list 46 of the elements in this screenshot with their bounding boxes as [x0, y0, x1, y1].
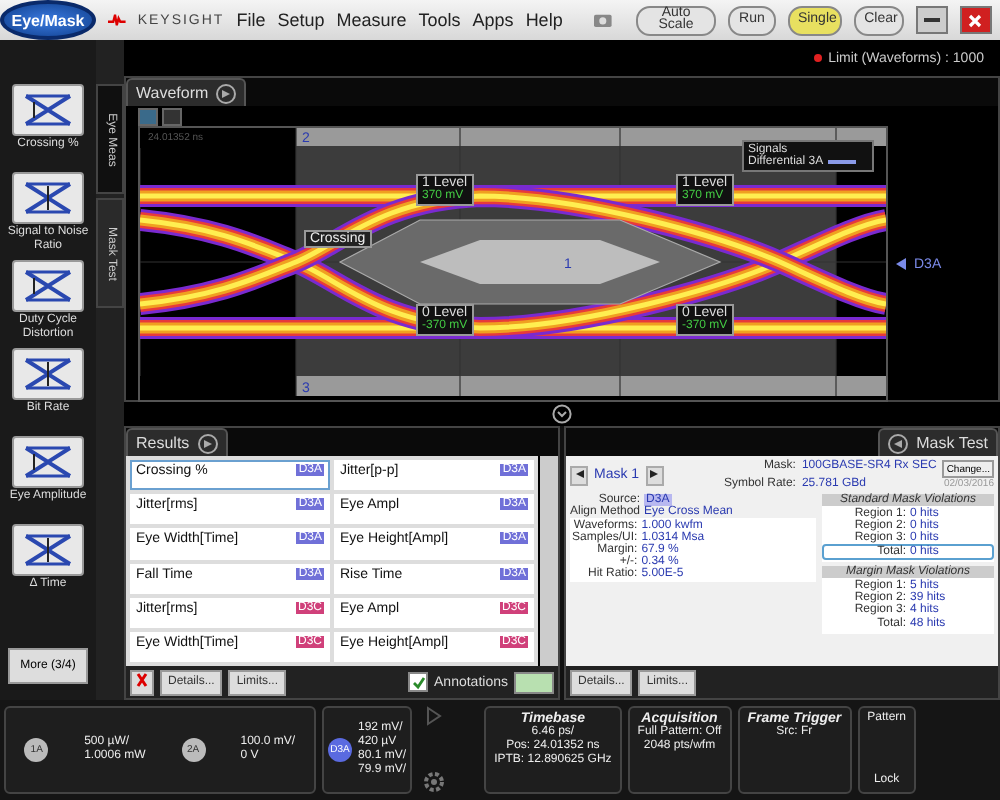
settings-icon[interactable]: [422, 770, 447, 794]
menu-item[interactable]: Help: [525, 10, 563, 30]
annotation-color-swatch[interactable]: [514, 671, 554, 693]
measurement-tool-button[interactable]: [12, 524, 84, 576]
measurement-tool-button[interactable]: [12, 436, 84, 488]
measurement-tool-button[interactable]: [12, 172, 84, 224]
camera-icon[interactable]: [594, 12, 613, 28]
eye-measure-icon: [22, 266, 74, 306]
status-dot: [814, 54, 823, 62]
cross-icon: [136, 672, 148, 688]
line-swatch-icon: [827, 160, 856, 164]
minimize-icon: [923, 18, 940, 22]
scrollbar[interactable]: [540, 456, 558, 666]
eye-measure-icon: [22, 530, 74, 570]
close-icon: [968, 13, 983, 27]
measurement-tool-button[interactable]: [12, 84, 84, 136]
annotations-checkbox[interactable]: [408, 672, 429, 692]
minimize-button[interactable]: [915, 6, 948, 34]
back-icon: [894, 439, 903, 447]
menu-item[interactable]: Measure: [336, 10, 407, 30]
play-icon: [203, 439, 212, 447]
play-icon: [222, 89, 231, 97]
eye-measure-icon: [22, 178, 74, 218]
right-arrow-icon: [650, 469, 659, 477]
measurement-tool-button[interactable]: [12, 260, 84, 312]
expand-icon[interactable]: [552, 404, 572, 424]
close-button[interactable]: [959, 6, 992, 34]
logo-icon: [108, 12, 126, 28]
results-tab[interactable]: Results: [126, 428, 228, 456]
menu-item[interactable]: Apps: [472, 10, 514, 30]
eye-measure-icon: [22, 90, 74, 130]
left-arrow-icon: [575, 469, 583, 477]
next-button[interactable]: [645, 465, 664, 485]
menu-item[interactable]: File: [236, 10, 266, 30]
mask-test-tab[interactable]: Mask Test: [878, 428, 998, 456]
marker-arrow-icon: [896, 258, 906, 270]
delete-button[interactable]: [130, 669, 154, 695]
menu-item[interactable]: Tools: [418, 10, 461, 30]
app-menu-button[interactable]: Eye/Mask: [0, 0, 97, 40]
menu-item[interactable]: Setup: [277, 10, 325, 30]
eye-measure-icon: [22, 354, 74, 394]
waveform-tab[interactable]: Waveform: [126, 78, 247, 106]
previous-button[interactable]: [570, 465, 588, 485]
play-icon[interactable]: [426, 706, 443, 726]
measurement-tool-button[interactable]: [12, 348, 84, 400]
eye-measure-icon: [22, 442, 74, 482]
